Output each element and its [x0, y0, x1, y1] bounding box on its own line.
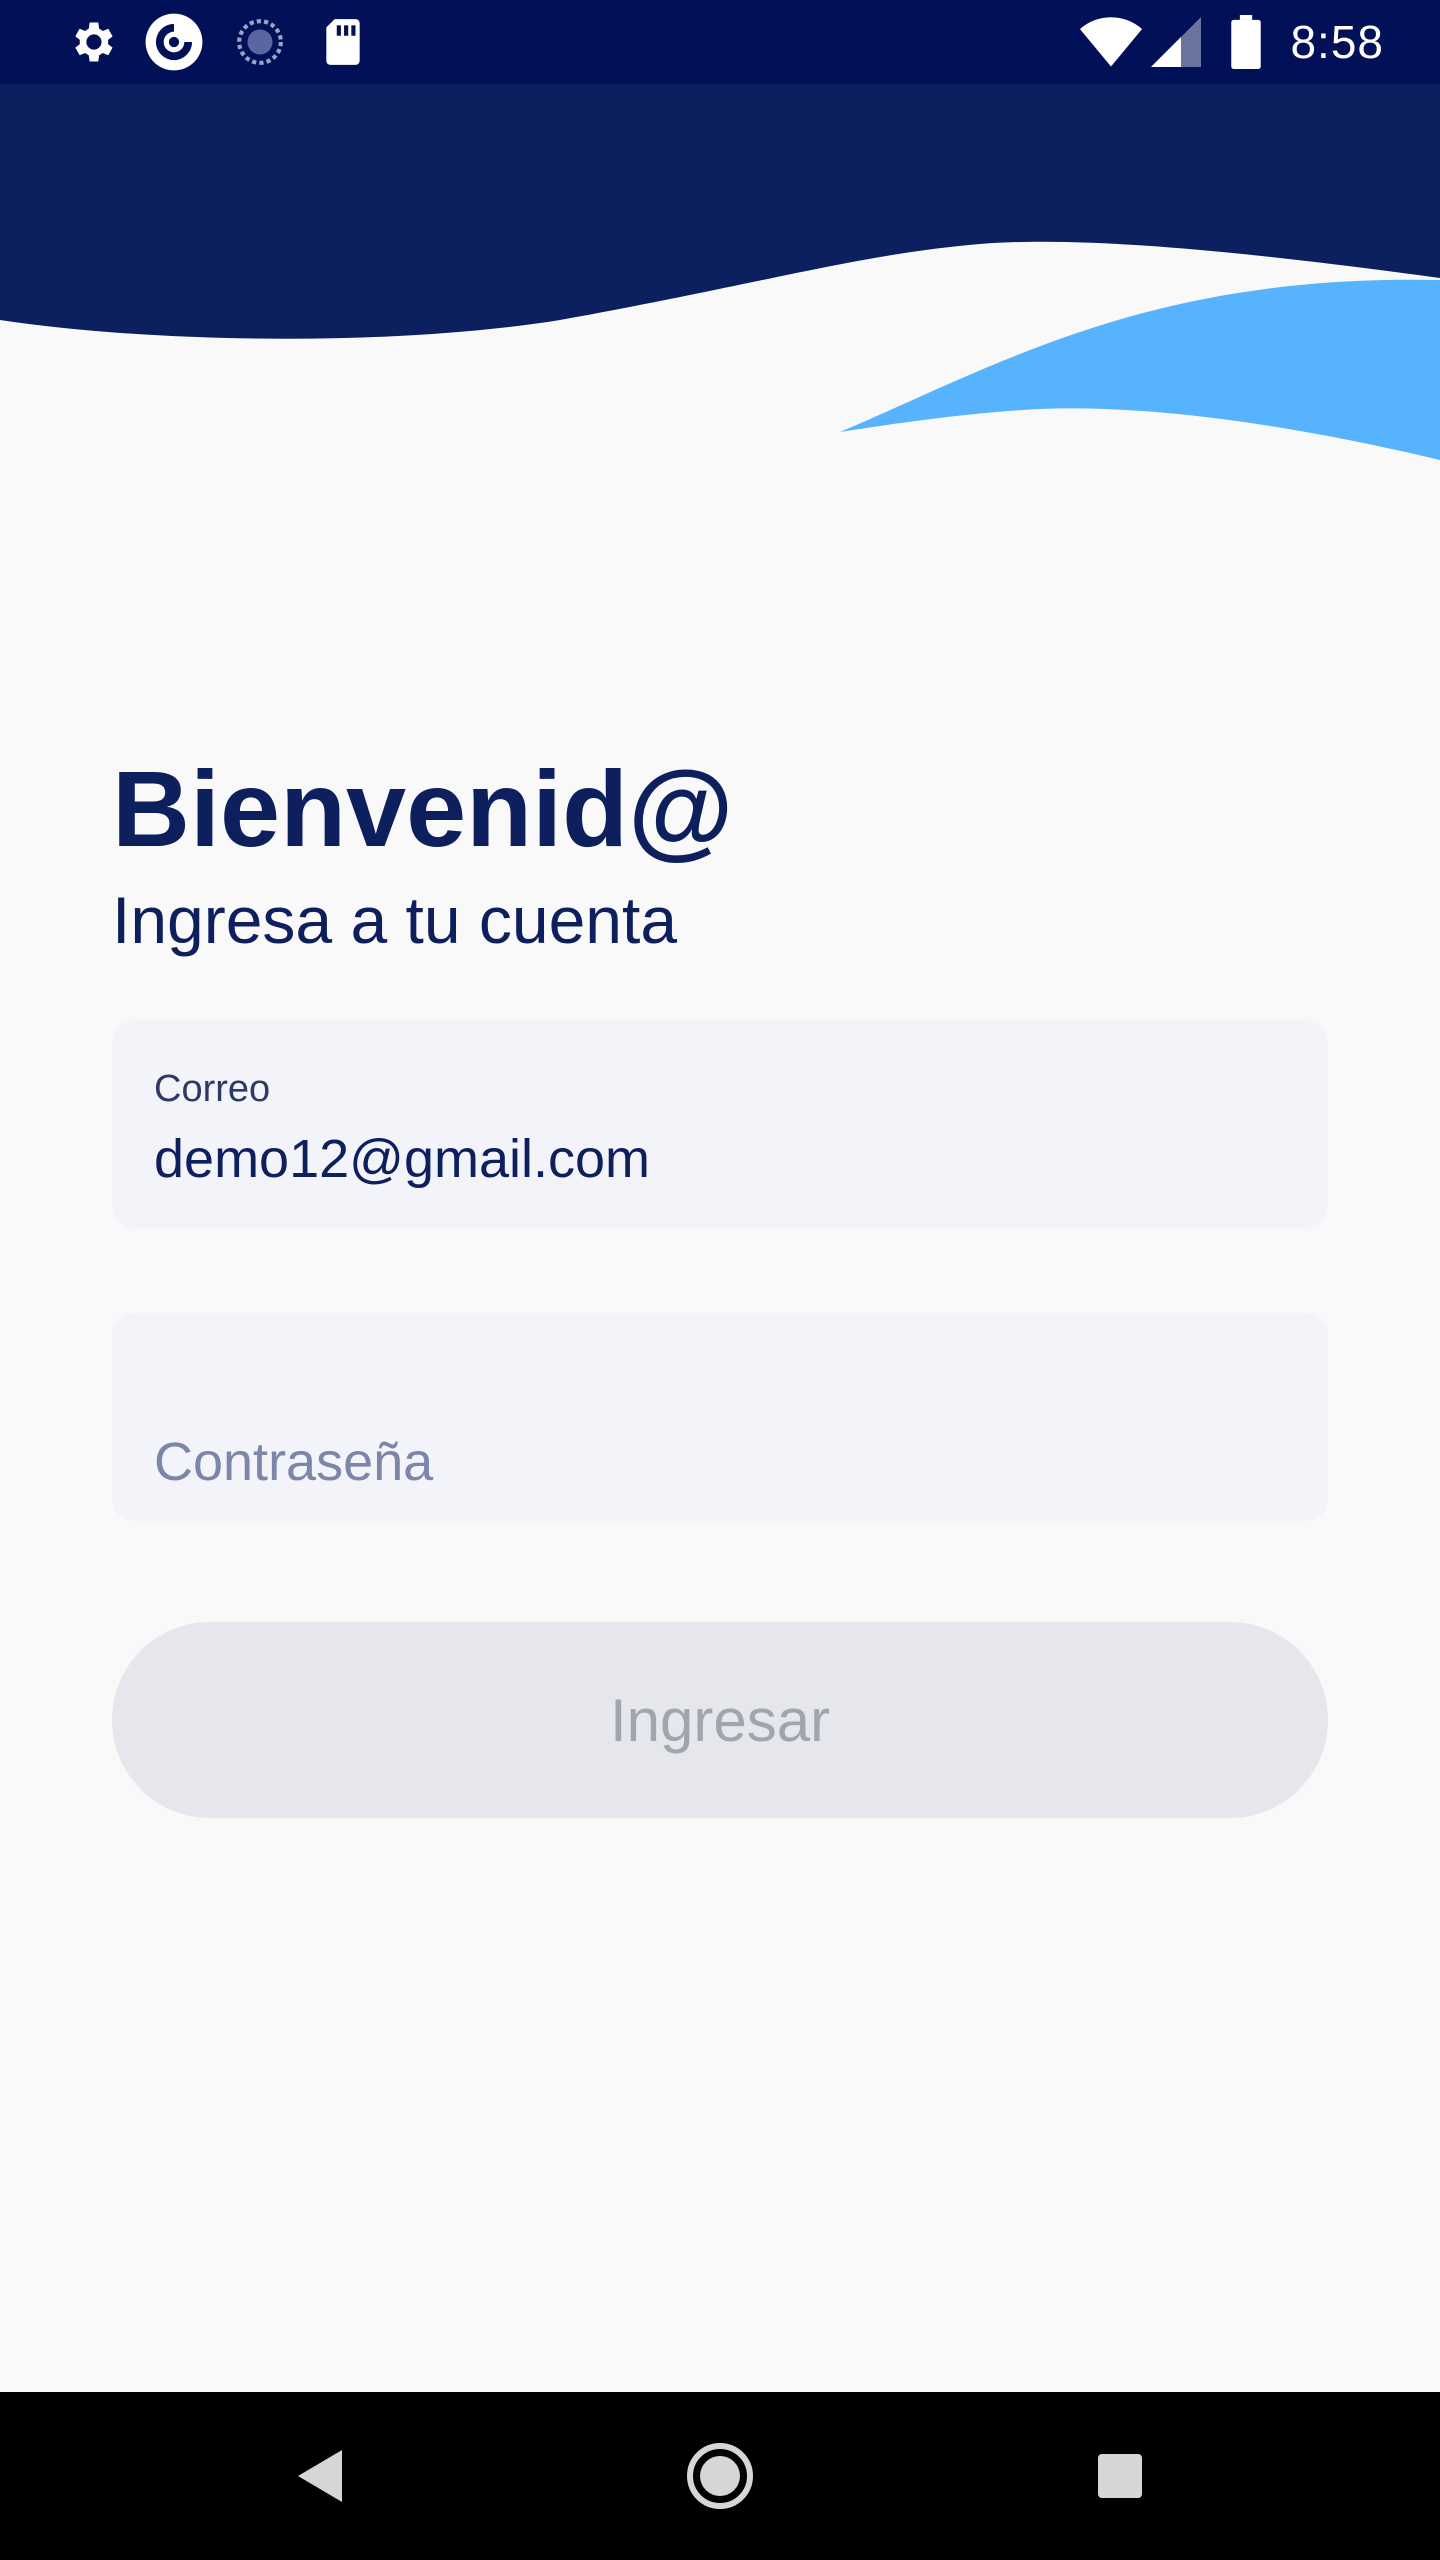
welcome-title: Bienvenid@: [112, 748, 734, 869]
recents-icon[interactable]: [1080, 2392, 1160, 2560]
gear-icon: [64, 0, 120, 84]
wifi-icon: [1078, 0, 1144, 84]
navigation-bar: [0, 2392, 1440, 2560]
status-bar: 8:58: [0, 0, 1440, 84]
email-label: Correo: [154, 1068, 271, 1110]
status-time: 8:58: [1290, 16, 1384, 68]
sd-card-icon: [318, 0, 368, 84]
signal-icon: [1150, 0, 1202, 84]
battery-icon: [1226, 0, 1266, 84]
app-circle-icon: [142, 0, 206, 84]
email-value[interactable]: demo12@gmail.com: [154, 1128, 650, 1190]
password-placeholder: Contraseña: [154, 1432, 434, 1492]
welcome-subtitle: Ingresa a tu cuenta: [112, 883, 678, 957]
password-field[interactable]: Contraseña: [112, 1313, 1328, 1521]
back-icon[interactable]: [280, 2392, 360, 2560]
header-wave: [0, 84, 1440, 460]
sync-icon: [232, 0, 288, 84]
home-icon[interactable]: [670, 2392, 770, 2560]
login-button[interactable]: Ingresar: [112, 1622, 1328, 1818]
email-field[interactable]: Correo demo12@gmail.com: [112, 1020, 1328, 1228]
